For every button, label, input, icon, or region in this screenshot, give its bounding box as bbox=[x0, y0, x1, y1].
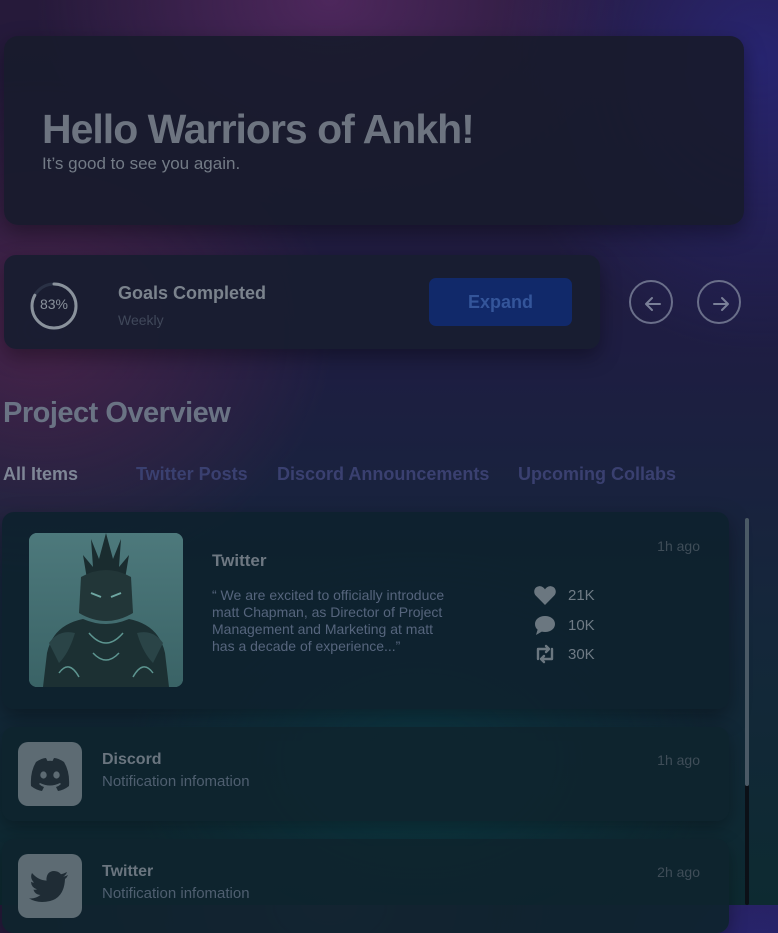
post-platform: Twitter bbox=[212, 551, 267, 570]
twitter-icon-box bbox=[18, 854, 82, 918]
comment-icon bbox=[535, 616, 555, 635]
goals-card: 83% Goals Completed Weekly Expand bbox=[4, 255, 600, 349]
retweets-stat[interactable]: 30K bbox=[533, 643, 643, 665]
feed-scrollbar[interactable] bbox=[745, 518, 749, 905]
next-button[interactable] bbox=[697, 280, 741, 324]
goals-period: Weekly bbox=[118, 312, 164, 328]
expand-button[interactable]: Expand bbox=[429, 278, 572, 326]
heart-icon bbox=[534, 586, 556, 605]
retweets-count: 30K bbox=[568, 646, 595, 663]
twitter-icon bbox=[29, 871, 68, 902]
post-quote: “ We are excited to officially introduce… bbox=[212, 587, 445, 654]
comments-stat[interactable]: 10K bbox=[533, 614, 643, 636]
notification-item[interactable]: Twitter Notification infomation 2h ago bbox=[2, 839, 729, 933]
tab-all-items[interactable]: All Items bbox=[3, 464, 78, 485]
section-title: Project Overview bbox=[3, 397, 231, 429]
notification-text: Notification infomation bbox=[102, 885, 250, 902]
notification-time: 2h ago bbox=[657, 864, 700, 880]
welcome-subtitle: It’s good to see you again. bbox=[42, 154, 241, 173]
goals-title: Goals Completed bbox=[118, 283, 267, 303]
previous-button[interactable] bbox=[629, 280, 673, 324]
welcome-title: Hello Warriors of Ankh! bbox=[42, 106, 475, 152]
post-time: 1h ago bbox=[657, 538, 700, 554]
featured-post-card[interactable]: Twitter 1h ago “ We are excited to offic… bbox=[2, 512, 729, 709]
retweet-icon bbox=[536, 644, 554, 664]
tab-twitter-posts[interactable]: Twitter Posts bbox=[136, 464, 248, 485]
welcome-banner: Hello Warriors of Ankh! It’s good to see… bbox=[4, 36, 744, 225]
notification-item[interactable]: Discord Notification infomation 1h ago bbox=[2, 727, 729, 821]
comments-count: 10K bbox=[568, 617, 595, 634]
scrollbar-thumb[interactable] bbox=[745, 518, 749, 786]
notification-time: 1h ago bbox=[657, 752, 700, 768]
likes-count: 21K bbox=[568, 587, 595, 604]
tab-discord-announcements[interactable]: Discord Announcements bbox=[277, 464, 489, 485]
notification-text: Notification infomation bbox=[102, 773, 250, 790]
goals-percent: 83% bbox=[39, 296, 69, 312]
post-image bbox=[29, 533, 183, 687]
discord-icon-box bbox=[18, 742, 82, 806]
arrow-left-icon bbox=[645, 297, 661, 311]
discord-icon bbox=[30, 758, 70, 791]
arrow-right-icon bbox=[713, 297, 729, 311]
likes-stat[interactable]: 21K bbox=[533, 584, 643, 606]
tab-upcoming-collabs[interactable]: Upcoming Collabs bbox=[518, 464, 676, 485]
notification-title: Twitter bbox=[102, 863, 154, 880]
notification-title: Discord bbox=[102, 751, 162, 768]
